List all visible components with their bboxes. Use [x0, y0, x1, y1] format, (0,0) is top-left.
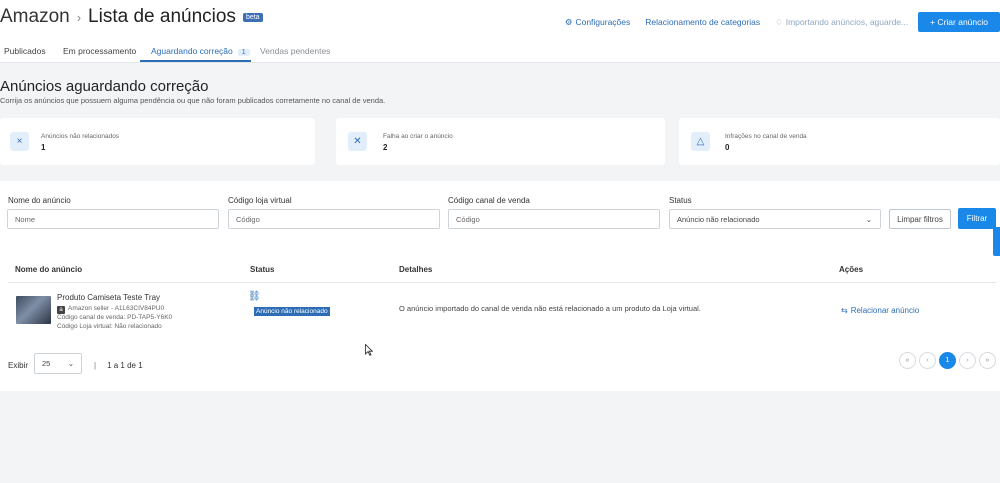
tab-label: Em processamento — [63, 46, 137, 56]
link-icon: ⇆ — [841, 306, 848, 315]
beta-badge: beta — [242, 12, 263, 22]
breadcrumb: Amazon › Lista de anúncios beta — [0, 6, 263, 28]
filter-channel-code-input[interactable]: Código — [448, 209, 660, 229]
filter-channel-code-label: Código canal de venda — [448, 196, 530, 205]
category-relationship-label: Relacionamento de categorias — [645, 17, 761, 27]
import-status: ♢ Importando anúncios, aguarde... — [775, 17, 908, 28]
gear-icon: ⚙ — [564, 16, 573, 27]
product-name[interactable]: Produto Camiseta Teste Tray — [57, 293, 160, 302]
lightbulb-icon: ♢ — [775, 16, 783, 27]
header-actions: ⚙ Configurações Relacionamento de catego… — [565, 12, 1000, 32]
active-tab-indicator — [140, 60, 251, 62]
import-status-label: Importando anúncios, aguarde... — [785, 17, 909, 27]
card-unrelated[interactable]: × Anúncios não relacionados 1 — [0, 118, 315, 165]
card-value: 2 — [383, 143, 388, 152]
page-title: Lista de anúncios — [88, 6, 236, 27]
card-label: Anúncios não relacionados — [41, 133, 120, 140]
chevron-down-icon: ⌄ — [67, 359, 74, 368]
filter-store-code-input[interactable]: Código — [228, 209, 440, 229]
tab-label: Aguardando correção — [151, 46, 233, 56]
page-info-separator: | — [94, 361, 97, 370]
card-infractions[interactable]: △ Infrações no canal de venda 0 — [679, 118, 1000, 165]
tab-label: Vendas pendentes — [260, 46, 331, 56]
status-badge: Anúncio não relacionado — [254, 307, 330, 316]
column-header-actions: Ações — [839, 265, 864, 274]
first-page-button[interactable]: « — [899, 352, 916, 369]
tab-published[interactable]: Publicados — [4, 46, 46, 56]
column-header-details: Detalhes — [399, 265, 433, 274]
filter-button[interactable]: Filtrar — [958, 208, 996, 229]
prev-page-button[interactable]: ‹ — [919, 352, 936, 369]
tab-awaiting-correction[interactable]: Aguardando correção 1 — [151, 46, 250, 56]
tab-count-badge: 1 — [237, 49, 250, 56]
column-header-status: Status — [250, 265, 275, 274]
next-page-button[interactable]: › — [959, 352, 976, 369]
page-info: | 1 a 1 de 1 — [94, 361, 143, 370]
per-page-select[interactable]: 25 ⌄ — [34, 353, 82, 374]
last-page-button[interactable]: » — [979, 352, 996, 369]
listings-panel: Nome do anúncio Nome Código loja virtual… — [0, 181, 1000, 391]
filter-name-input[interactable]: Nome — [7, 209, 219, 229]
filter-status-value: Anúncio não relacionado — [677, 214, 760, 224]
tab-pending-sales[interactable]: Vendas pendentes — [260, 46, 330, 56]
warning-icon: △ — [691, 132, 710, 151]
relate-listing-link[interactable]: ⇆ Relacionar anúncio — [841, 306, 919, 315]
filter-name-label: Nome do anúncio — [8, 196, 71, 205]
card-label: Infrações no canal de venda — [725, 133, 807, 140]
page-1-button[interactable]: 1 — [939, 352, 956, 369]
section-subheading: Corrija os anúncios que possuem alguma p… — [0, 96, 386, 105]
top-bar: Amazon › Lista de anúncios beta ⚙ Config… — [0, 0, 1000, 40]
product-channel-code: Código canal de venda: PD-TAP5-Y6K0 — [57, 314, 173, 321]
create-listing-button[interactable]: + Criar anúncio — [918, 12, 1000, 32]
product-store-code: Código Loja virtual: Não relacionado — [57, 323, 162, 330]
unlink-icon: ⛓ — [248, 291, 261, 302]
side-feedback-tab[interactable] — [993, 227, 1000, 256]
breadcrumb-separator: › — [76, 9, 82, 25]
product-seller: a Amazon seller - A1L63CIV84PU0 — [57, 305, 164, 314]
clear-filters-button[interactable]: Limpar filtros — [889, 209, 951, 229]
filter-status-select[interactable]: Anúncio não relacionado ⌄ — [669, 209, 881, 229]
filter-status-label: Status — [669, 196, 692, 205]
filter-store-code-label: Código loja virtual — [228, 196, 292, 205]
column-header-name: Nome do anúncio — [15, 265, 83, 274]
table-row: Produto Camiseta Teste Tray a Amazon sell… — [8, 283, 996, 333]
settings-label: Configurações — [575, 17, 631, 27]
create-listing-label: + Criar anúncio — [930, 17, 988, 27]
pagination: « ‹ 1 › » — [899, 352, 996, 369]
card-creation-failure[interactable]: ✕ Falha ao criar o anúncio 2 — [336, 118, 665, 165]
product-thumbnail — [16, 296, 51, 324]
settings-link[interactable]: ⚙ Configurações — [565, 17, 630, 28]
card-label: Falha ao criar o anúncio — [383, 133, 453, 140]
x-icon: × — [10, 132, 29, 151]
chevron-down-icon: ⌄ — [865, 214, 872, 224]
tools-icon: ✕ — [348, 132, 367, 151]
row-details: O anúncio importado do canal de venda nã… — [399, 304, 701, 313]
per-page-label: Exibir — [8, 361, 29, 370]
tab-label: Publicados — [4, 46, 46, 56]
mouse-cursor-icon — [365, 344, 373, 356]
page-info-text: 1 a 1 de 1 — [107, 361, 143, 370]
tab-processing[interactable]: Em processamento — [63, 46, 136, 56]
card-value: 0 — [725, 143, 730, 152]
product-seller-text: Amazon seller - A1L63CIV84PU0 — [68, 305, 165, 312]
amazon-icon: a — [57, 306, 65, 314]
per-page-value: 25 — [42, 359, 51, 368]
category-relationship-link[interactable]: Relacionamento de categorias — [645, 17, 760, 27]
breadcrumb-marketplace[interactable]: Amazon — [0, 6, 70, 28]
card-value: 1 — [41, 143, 46, 152]
relate-listing-label: Relacionar anúncio — [850, 306, 920, 315]
section-heading: Anúncios aguardando correção — [0, 78, 209, 95]
